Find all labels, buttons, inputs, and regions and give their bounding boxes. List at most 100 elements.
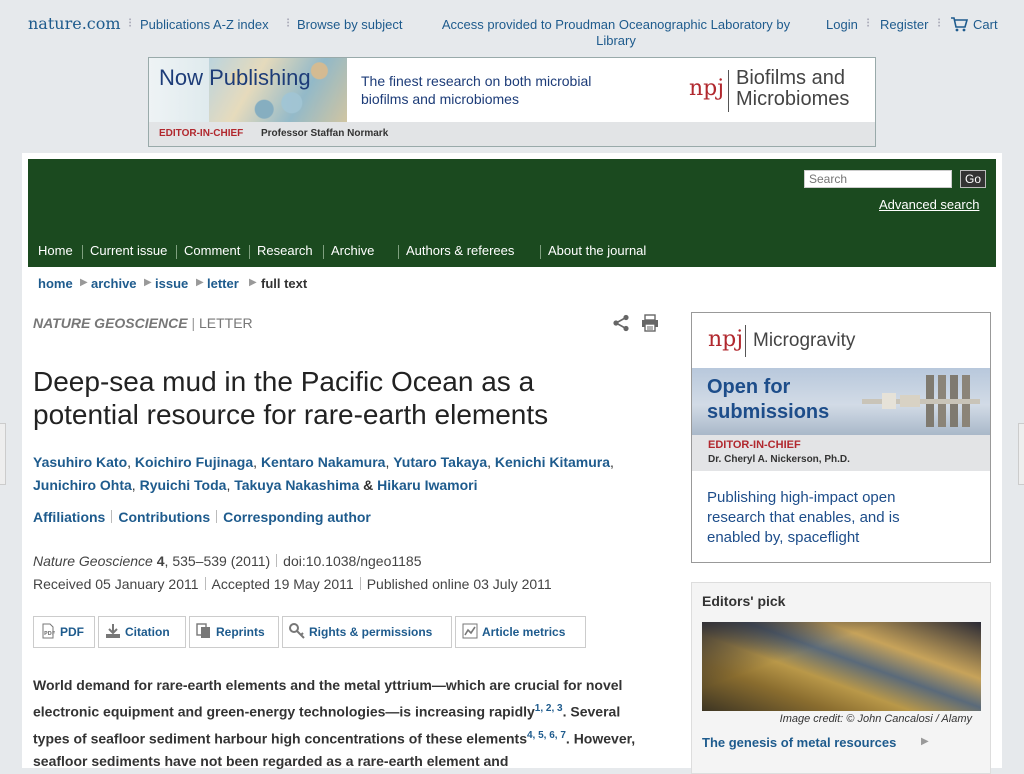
advanced-search-link[interactable]: Advanced search xyxy=(879,197,979,212)
breadcrumb-issue[interactable]: issue xyxy=(155,276,188,291)
breadcrumb-letter[interactable]: letter xyxy=(207,276,239,291)
chevron-right-icon: ▶ xyxy=(144,277,152,288)
divider: ⁝ xyxy=(128,15,133,30)
rights-permissions-button[interactable]: Rights & permissions xyxy=(282,616,452,648)
citation-journal: Nature Geoscience xyxy=(33,553,153,569)
nav-home[interactable]: Home xyxy=(38,243,73,258)
top-bar: nature.com ⁝ Publications A-Z index ⁝ Br… xyxy=(0,0,1024,52)
search-input[interactable] xyxy=(804,170,952,188)
nav-about-journal[interactable]: About the journal xyxy=(548,243,646,258)
ad-journal-name: Microgravity xyxy=(753,330,856,351)
divider xyxy=(249,245,250,259)
divider xyxy=(728,70,729,112)
nav-authors-referees[interactable]: Authors & referees xyxy=(406,243,514,258)
reprints-label: Reprints xyxy=(216,625,265,639)
divider xyxy=(176,245,177,259)
citation-year: (2011) xyxy=(230,553,271,569)
chevron-right-icon: ▶ xyxy=(196,277,204,288)
banner-eic-name: Professor Staffan Normark xyxy=(261,128,389,139)
breadcrumb-home[interactable]: home xyxy=(38,276,73,291)
corresponding-author-link[interactable]: Corresponding author xyxy=(223,509,371,525)
banner-journal-name: Biofilms and Microbiomes xyxy=(736,67,850,110)
breadcrumb-archive[interactable]: archive xyxy=(91,276,137,291)
ad-tagline: Publishing high-impact open research tha… xyxy=(707,489,900,546)
now-publishing-text: Now Publishing xyxy=(159,65,311,90)
nav-comment[interactable]: Comment xyxy=(184,243,240,258)
banner-eic-label: EDITOR-IN-CHIEF xyxy=(159,128,244,139)
author-link[interactable]: Kenichi Kitamura xyxy=(495,454,610,470)
author-link[interactable]: Hikaru Iwamori xyxy=(377,477,477,493)
editors-pick-link[interactable]: The genesis of metal resources xyxy=(702,735,896,750)
cart-icon[interactable] xyxy=(950,16,968,32)
nature-logo[interactable]: nature.com xyxy=(28,14,121,33)
share-icon[interactable] xyxy=(612,314,630,332)
breadcrumb-current: full text xyxy=(261,276,308,291)
pdf-button[interactable]: PDF PDF xyxy=(33,616,95,648)
accepted-date: Accepted 19 May 2011 xyxy=(211,576,354,592)
divider: ⁝ xyxy=(866,15,871,30)
nav-research[interactable]: Research xyxy=(257,243,313,258)
journal-label: NATURE GEOSCIENCE | LETTER xyxy=(33,315,253,331)
chevron-right-icon: ▶ xyxy=(80,277,88,288)
rights-label: Rights & permissions xyxy=(309,625,433,639)
nav-archive[interactable]: Archive xyxy=(331,243,374,258)
metrics-icon xyxy=(462,623,478,639)
author-link[interactable]: Yutaro Takaya xyxy=(393,454,487,470)
reference-links[interactable]: 1, 2, 3 xyxy=(535,703,563,714)
received-date: Received 05 January 2011 xyxy=(33,576,199,592)
doi: doi:10.1038/ngeo1185 xyxy=(283,553,422,569)
divider xyxy=(540,245,541,259)
citation-button[interactable]: Citation xyxy=(98,616,186,648)
article-metrics-button[interactable]: Article metrics xyxy=(455,616,586,648)
metrics-label: Article metrics xyxy=(482,625,566,639)
chevron-right-icon: ▶ xyxy=(249,277,257,288)
sidebar-ad-microgravity[interactable]: npj Microgravity Open for submissions ED… xyxy=(691,312,991,563)
citation-pages: 535–539 xyxy=(172,553,227,569)
author-link[interactable]: Junichiro Ohta xyxy=(33,477,132,493)
chevron-right-icon: ▶ xyxy=(921,736,929,747)
divider xyxy=(323,245,324,259)
author-link[interactable]: Yasuhiro Kato xyxy=(33,454,127,470)
author-link[interactable]: Takuya Nakashima xyxy=(234,477,359,493)
editors-pick-image[interactable] xyxy=(702,622,981,711)
author-link[interactable]: Ryuichi Toda xyxy=(140,477,227,493)
published-date: Published online 03 July 2011 xyxy=(366,576,552,592)
citation-volume: 4 xyxy=(156,553,165,569)
abstract-text: World demand for rare-earth elements and… xyxy=(33,674,653,773)
ad-eic-label: EDITOR-IN-CHIEF xyxy=(708,439,801,451)
article-type: LETTER xyxy=(198,315,253,331)
npj-logo: npj xyxy=(708,327,744,352)
banner-footer xyxy=(149,122,875,146)
browse-subject-link[interactable]: Browse by subject xyxy=(297,17,403,32)
citation-label: Citation xyxy=(125,625,170,639)
pdf-label: PDF xyxy=(60,625,84,639)
publications-az-link[interactable]: Publications A-Z index xyxy=(140,17,269,32)
access-notice: Access provided to Proudman Oceanographi… xyxy=(441,17,791,48)
top-banner-ad[interactable]: Now Publishing The finest research on bo… xyxy=(148,57,876,147)
reprints-button[interactable]: Reprints xyxy=(189,616,279,648)
divider xyxy=(745,325,746,357)
register-link[interactable]: Register xyxy=(880,17,928,32)
go-button[interactable]: Go xyxy=(960,170,986,188)
login-link[interactable]: Login xyxy=(826,17,858,32)
space-station-image xyxy=(862,375,980,427)
ad-eic-name: Dr. Cheryl A. Nickerson, Ph.D. xyxy=(708,454,850,465)
cart-link[interactable]: Cart xyxy=(973,17,998,32)
dates-line: Received 05 January 2011 Accepted 19 May … xyxy=(33,576,552,592)
image-credit: Image credit: © John Cancalosi / Alamy xyxy=(779,713,972,725)
affiliations-link[interactable]: Affiliations xyxy=(33,509,105,525)
right-edge-tab xyxy=(1018,423,1024,485)
author-info-links: Affiliations Contributions Corresponding a… xyxy=(33,509,371,525)
editors-pick: Editors' pick Image credit: © John Canca… xyxy=(691,582,991,774)
download-icon xyxy=(106,624,120,638)
left-edge-tab xyxy=(0,423,6,485)
author-link[interactable]: Kentaro Nakamura xyxy=(261,454,386,470)
editors-pick-heading: Editors' pick xyxy=(702,593,786,609)
ad-headline: Open for submissions xyxy=(707,376,830,423)
reference-links[interactable]: 4, 5, 6, 7 xyxy=(527,730,566,741)
nav-current-issue[interactable]: Current issue xyxy=(90,243,167,258)
print-icon[interactable] xyxy=(641,314,659,332)
contributions-link[interactable]: Contributions xyxy=(118,509,210,525)
journal-name: NATURE GEOSCIENCE xyxy=(33,315,188,331)
author-link[interactable]: Koichiro Fujinaga xyxy=(135,454,253,470)
